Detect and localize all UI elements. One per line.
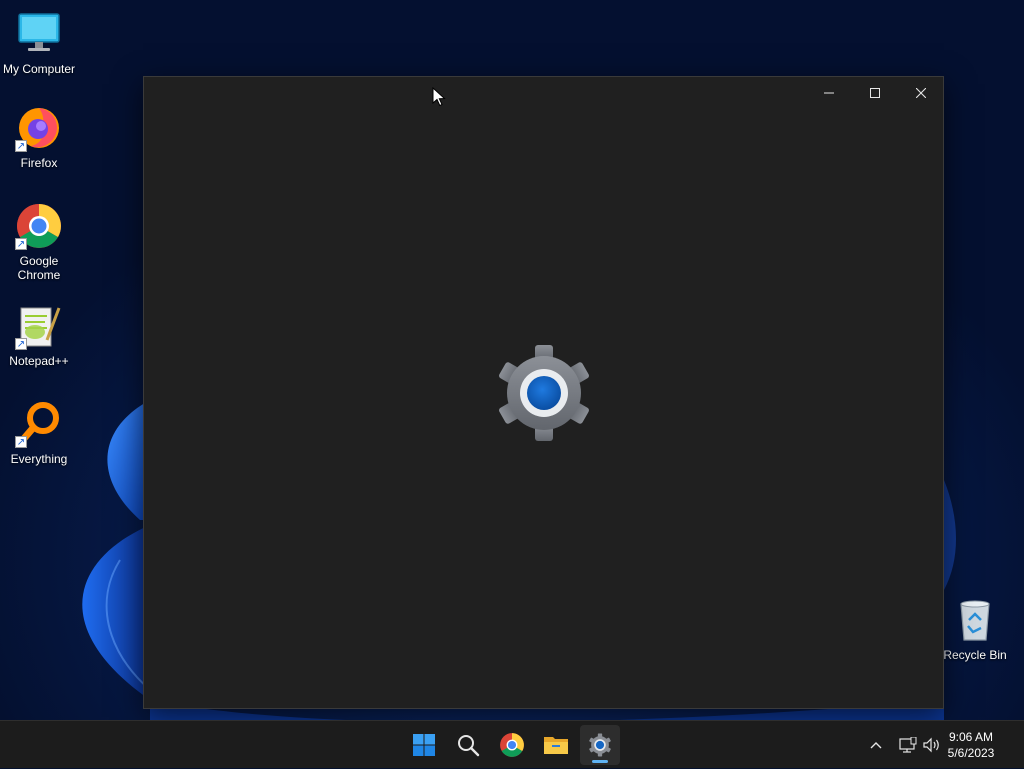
network-button[interactable] — [896, 721, 920, 769]
desktop-icon-my-computer[interactable]: My Computer — [0, 10, 78, 76]
desktop-icon-firefox[interactable]: ↗ Firefox — [0, 104, 78, 170]
maximize-button[interactable] — [852, 77, 898, 109]
settings-window[interactable] — [143, 76, 944, 709]
taskbar-clock[interactable]: 9:06 AM 5/6/2023 — [936, 729, 1006, 761]
window-titlebar[interactable] — [144, 77, 943, 109]
taskbar-settings-button[interactable] — [580, 725, 620, 765]
close-icon — [916, 88, 926, 98]
network-icon — [899, 737, 917, 753]
shortcut-arrow-icon: ↗ — [15, 238, 27, 250]
minimize-icon — [824, 92, 834, 94]
desktop-icon-label: Recycle Bin — [943, 648, 1007, 662]
desktop-icon-recycle-bin[interactable]: Recycle Bin — [936, 596, 1014, 662]
desktop-icon-label: My Computer — [2, 62, 76, 76]
notepadpp-icon: ↗ — [15, 302, 63, 350]
everything-icon: ↗ — [15, 400, 63, 448]
mouse-cursor-icon — [432, 87, 446, 107]
desktop-icon-label: Google Chrome — [17, 254, 61, 282]
chrome-icon — [500, 733, 524, 757]
windows-start-icon — [413, 734, 435, 756]
chrome-icon: ↗ — [15, 202, 63, 250]
clock-date: 5/6/2023 — [947, 746, 995, 760]
folder-icon — [544, 737, 568, 754]
shortcut-arrow-icon: ↗ — [15, 436, 27, 448]
firefox-icon: ↗ — [15, 104, 63, 152]
recycle-bin-icon — [951, 596, 999, 644]
maximize-icon — [870, 88, 880, 98]
search-icon — [458, 735, 480, 757]
active-app-indicator — [592, 760, 608, 763]
start-button[interactable] — [404, 725, 444, 765]
taskbar-chrome-button[interactable] — [492, 725, 532, 765]
desktop-icon-everything[interactable]: ↗ Everything — [0, 400, 78, 466]
clock-time: 9:06 AM — [948, 730, 994, 744]
taskbar-file-explorer-button[interactable] — [536, 725, 576, 765]
desktop-icon-label: Firefox — [20, 156, 58, 170]
tray-overflow-button[interactable] — [864, 721, 888, 769]
desktop-icon-google-chrome[interactable]: ↗ Google Chrome — [0, 202, 78, 282]
desktop-icon-notepadpp[interactable]: ↗ Notepad++ — [0, 302, 78, 368]
monitor-icon — [15, 10, 63, 58]
shortcut-arrow-icon: ↗ — [15, 338, 27, 350]
desktop-icon-label: Notepad++ — [9, 354, 69, 368]
shortcut-arrow-icon: ↗ — [15, 140, 27, 152]
settings-gear-icon — [589, 733, 611, 757]
search-button[interactable] — [448, 725, 488, 765]
settings-gear-icon — [499, 345, 589, 441]
desktop-icon-label: Everything — [10, 452, 68, 466]
close-button[interactable] — [898, 77, 944, 109]
taskbar: 9:06 AM 5/6/2023 — [0, 720, 1024, 768]
minimize-button[interactable] — [806, 77, 852, 109]
chevron-up-icon — [870, 742, 882, 749]
